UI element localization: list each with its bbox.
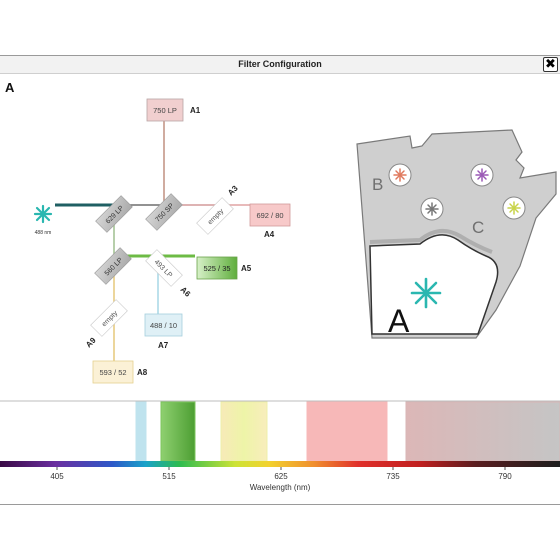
spectrum-band-525-35 (160, 401, 196, 462)
wavelength-tick-label: 790 (498, 472, 512, 481)
wavelength-tick-label: 405 (50, 472, 64, 481)
spectrum-band-593-52 (220, 401, 268, 462)
spectrum-band-750-lp (405, 401, 560, 462)
wavelength-ticks: 405 515 625 735 790 (50, 467, 512, 481)
spectrum-band-692-80 (306, 401, 388, 462)
filter-configuration-window: Filter Configuration ✖ A 488 nm 750 LP A… (0, 55, 560, 505)
wavelength-tick-label: 625 (274, 472, 288, 481)
wavelength-tick-label: 515 (162, 472, 176, 481)
wavelength-tick-label: 735 (386, 472, 400, 481)
wavelength-rainbow-bar (0, 461, 560, 467)
spectrum-bands (135, 401, 560, 462)
spectrum-chart: 405 515 625 735 790 Wavelength (nm) (0, 400, 560, 492)
spectrum-band-488-10 (135, 401, 147, 462)
wavelength-axis-label: Wavelength (nm) (250, 483, 311, 492)
